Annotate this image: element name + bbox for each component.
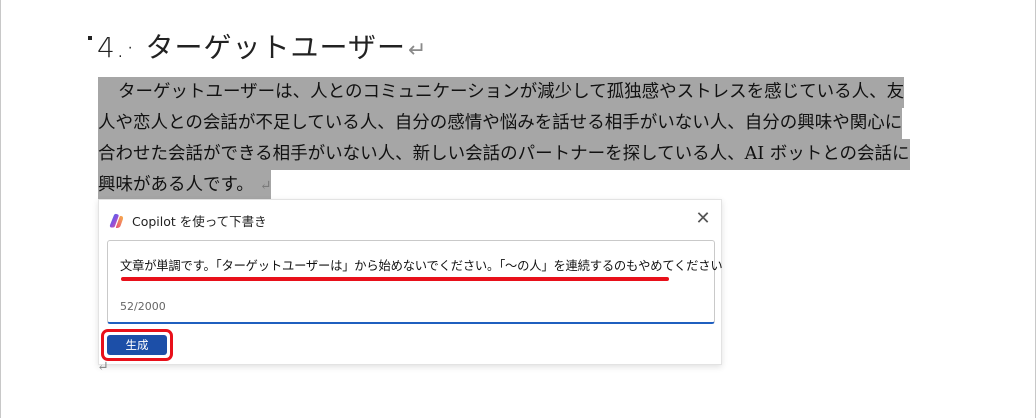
- section-heading[interactable]: 4.· ターゲットユーザー↵: [97, 26, 427, 66]
- paragraph-mark-icon: ↵: [259, 178, 272, 194]
- selected-paragraph[interactable]: ターゲットユーザーは、人とのコミュニケーションが減少して孤独感やストレスを感じて…: [98, 77, 936, 201]
- prompt-text: 文章が単調です。「ターゲットユーザーは」から始めないでください。「～の人」を連続…: [120, 259, 723, 273]
- character-count: 52/2000: [120, 300, 166, 313]
- paragraph-line: 合わせた会話ができる相手がいない人、新しい会話のパートナーを探している人、AI …: [98, 139, 936, 170]
- heading-list-marker: [88, 36, 92, 40]
- copilot-logo-icon: [109, 213, 124, 228]
- generate-button[interactable]: 生成: [107, 335, 167, 355]
- close-icon[interactable]: ✕: [693, 209, 713, 229]
- red-highlight-annotation: 生成: [101, 329, 173, 361]
- paragraph-line: 人や恋人との会話が不足している人、自分の感情や悩みを話せる相手がいない人、自分の…: [98, 108, 936, 139]
- paragraph-mark-icon: ↵: [97, 359, 109, 375]
- paragraph-line: ターゲットユーザーは、人とのコミュニケーションが減少して孤独感やストレスを感じて…: [98, 77, 936, 108]
- paragraph-line: 興味がある人です。 ↵: [98, 170, 936, 201]
- prompt-input[interactable]: 文章が単調です。「ターゲットユーザーは」から始めないでください。「～の人」を連続…: [107, 240, 723, 324]
- red-underline-annotation: [121, 277, 669, 281]
- heading-text: 4.· ターゲットユーザー: [97, 31, 406, 64]
- copilot-panel-title: Copilot を使って下書き: [132, 214, 267, 229]
- paragraph-mark-icon: ↵: [407, 38, 428, 63]
- copilot-draft-panel: Copilot を使って下書き ✕ 文章が単調です。「ターゲットユーザーは」から…: [98, 199, 723, 365]
